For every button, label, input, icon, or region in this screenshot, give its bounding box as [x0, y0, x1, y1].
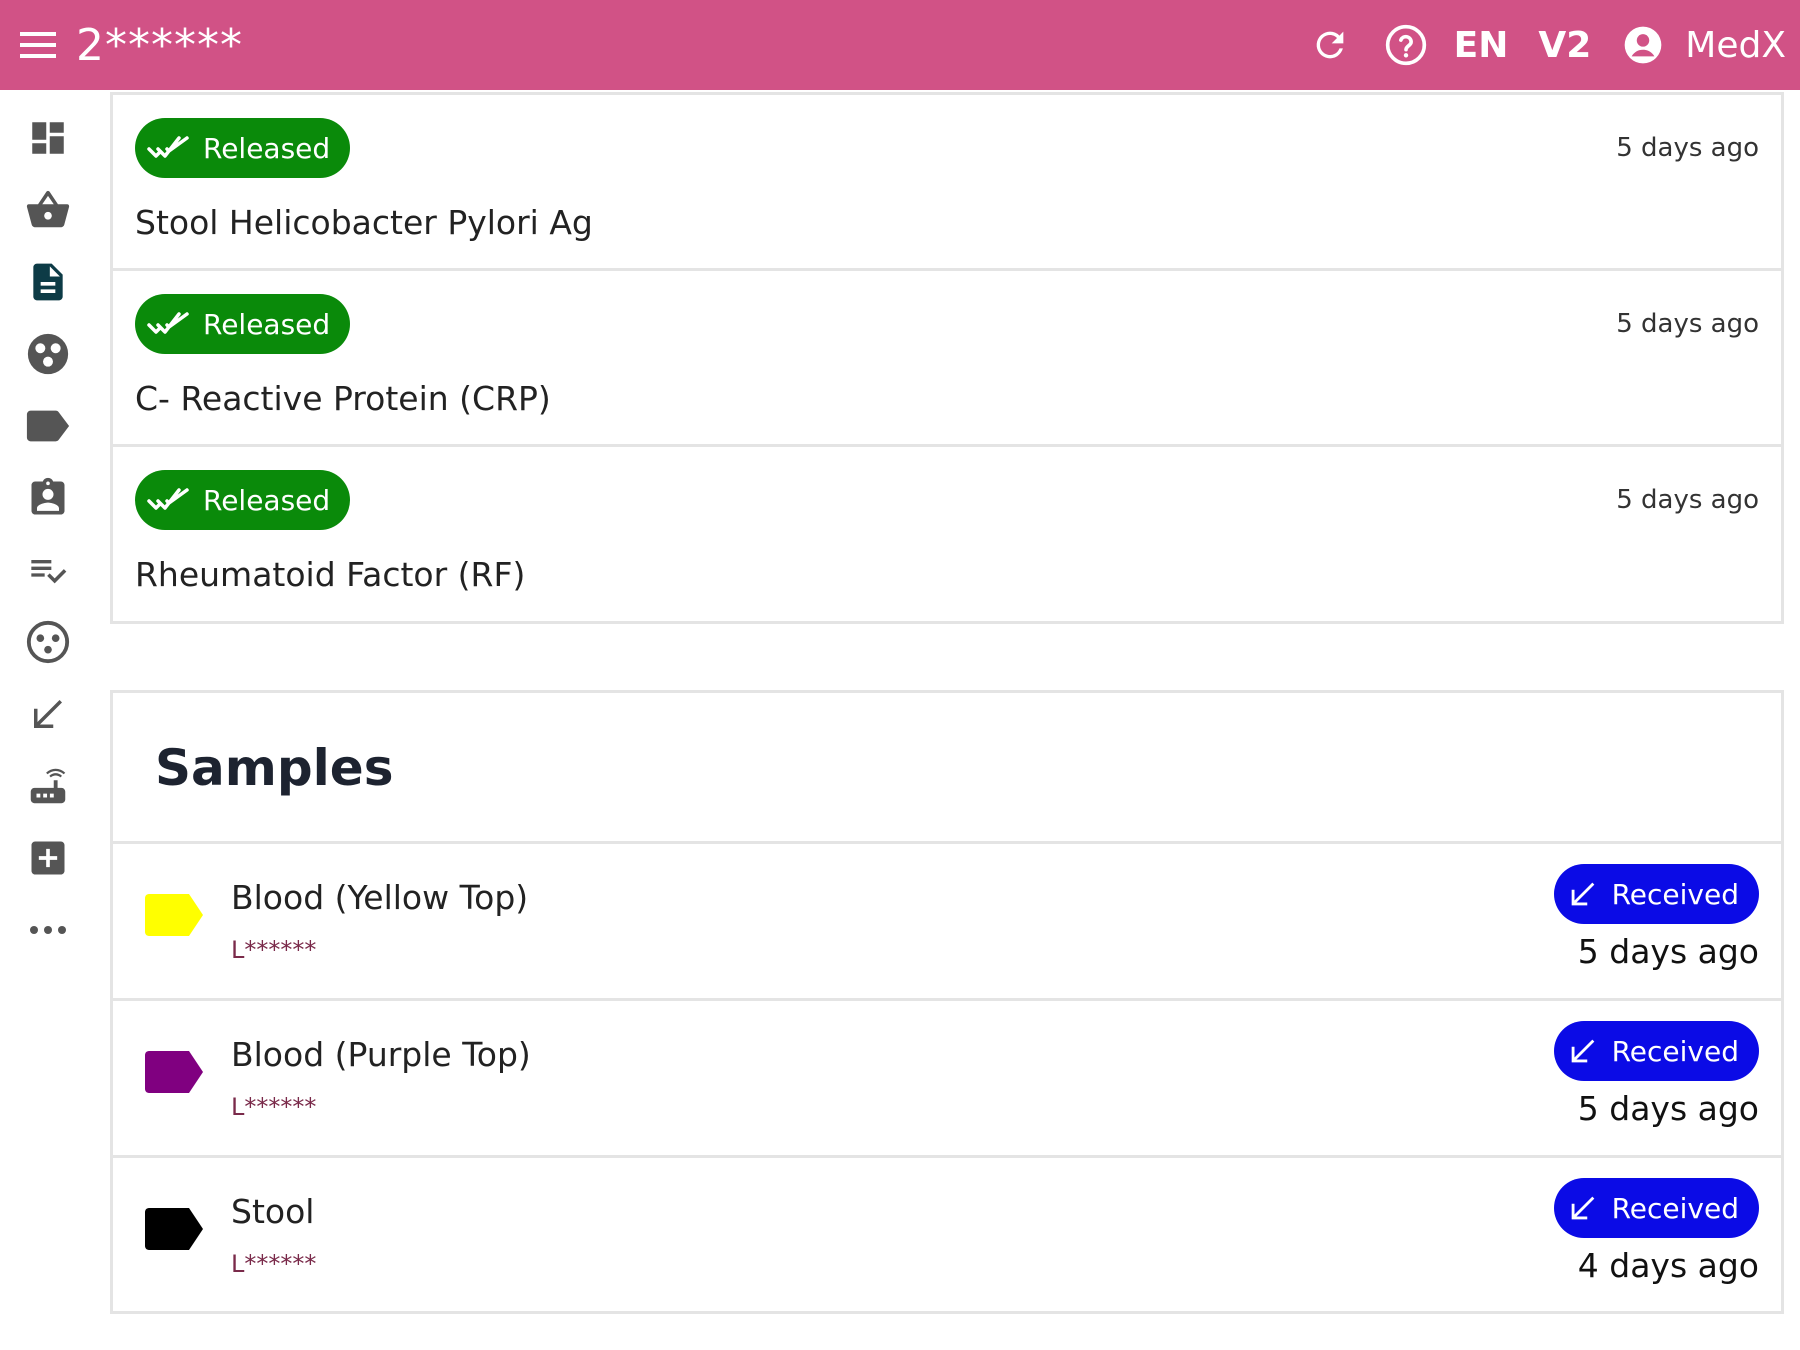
samples-list: Blood (Yellow Top) L****** Received 5 da… [113, 841, 1781, 1315]
add-box-icon [26, 836, 70, 880]
hub-icon [25, 619, 71, 665]
test-name: C- Reactive Protein (CRP) [135, 379, 551, 418]
sidebar-item-dashboard[interactable] [24, 114, 72, 162]
tests-list: Released 5 days ago Stool Helicobacter P… [110, 92, 1784, 624]
sidebar-item-more[interactable] [24, 906, 72, 954]
test-row[interactable]: Released 5 days ago C- Reactive Protein … [113, 271, 1781, 447]
samples-title: Samples [155, 739, 393, 797]
status-badge: Received [1554, 864, 1759, 924]
dashboard-icon [27, 117, 69, 159]
sidebar-item-labels[interactable] [24, 402, 72, 450]
double-check-icon [147, 310, 191, 338]
test-name: Stool Helicobacter Pylori Ag [135, 203, 593, 242]
sample-tube-tag-icon [143, 1206, 205, 1252]
user-name: MedX [1685, 25, 1786, 66]
clipboard-person-icon [26, 474, 70, 522]
test-name: Rheumatoid Factor (RF) [135, 555, 525, 594]
sample-code: L****** [231, 936, 316, 964]
sample-row[interactable]: Stool L****** Received 4 days ago [113, 1158, 1781, 1315]
tube-color-shape [145, 1051, 203, 1093]
status-badge: Released [135, 470, 350, 530]
sidebar-item-patients[interactable] [24, 474, 72, 522]
timestamp: 5 days ago [1578, 932, 1759, 971]
sidebar-item-add[interactable] [24, 834, 72, 882]
sidebar-item-orders[interactable] [24, 186, 72, 234]
arrow-down-left-icon [1566, 877, 1600, 911]
sidebar-item-hub[interactable] [24, 618, 72, 666]
checklist-icon [25, 550, 71, 590]
sidebar-item-worklist[interactable] [24, 546, 72, 594]
status-label: Received [1612, 878, 1739, 911]
status-label: Released [203, 132, 330, 165]
status-badge: Received [1554, 1021, 1759, 1081]
app-title: 2****** [76, 20, 243, 71]
status-label: Released [203, 308, 330, 341]
document-icon [26, 258, 70, 306]
refresh-icon [1310, 25, 1350, 65]
tube-color-shape [145, 894, 203, 936]
arrow-down-left-icon [1566, 1191, 1600, 1225]
more-horizontal-icon [27, 923, 69, 937]
version-toggle[interactable]: V2 [1538, 25, 1591, 66]
molecule-icon [25, 331, 71, 377]
help-button[interactable] [1378, 17, 1434, 73]
sidebar-item-receive[interactable] [24, 690, 72, 738]
sample-name: Stool [231, 1192, 314, 1231]
menu-button[interactable] [0, 0, 76, 90]
language-selector[interactable]: EN [1454, 25, 1509, 66]
basket-icon [25, 187, 71, 233]
sample-name: Blood (Yellow Top) [231, 878, 528, 917]
sample-row[interactable]: Blood (Purple Top) L****** Received 5 da… [113, 1001, 1781, 1158]
sample-row[interactable]: Blood (Yellow Top) L****** Received 5 da… [113, 844, 1781, 1001]
timestamp: 5 days ago [1616, 485, 1759, 515]
sample-name: Blood (Purple Top) [231, 1035, 531, 1074]
status-badge: Received [1554, 1178, 1759, 1238]
timestamp: 5 days ago [1578, 1089, 1759, 1128]
status-label: Received [1612, 1192, 1739, 1225]
timestamp: 5 days ago [1616, 133, 1759, 163]
sidebar-nav [0, 90, 96, 1350]
sidebar-item-devices[interactable] [24, 762, 72, 810]
status-label: Released [203, 484, 330, 517]
label-tag-icon [25, 408, 71, 444]
refresh-button[interactable] [1302, 17, 1358, 73]
tube-color-shape [145, 1208, 203, 1250]
top-actions: EN V2 MedX [1302, 0, 1800, 90]
router-icon [25, 763, 71, 809]
double-check-icon [147, 486, 191, 514]
timestamp: 5 days ago [1616, 309, 1759, 339]
test-row[interactable]: Released 5 days ago Stool Helicobacter P… [113, 95, 1781, 271]
sample-code: L****** [231, 1093, 316, 1121]
hamburger-menu-icon [18, 30, 58, 60]
sidebar-item-reports[interactable] [24, 258, 72, 306]
double-check-icon [147, 134, 191, 162]
help-circle-icon [1384, 23, 1428, 67]
top-app-bar: 2****** EN V2 MedX [0, 0, 1800, 90]
status-badge: Released [135, 294, 350, 354]
test-row[interactable]: Released 5 days ago Rheumatoid Factor (R… [113, 447, 1781, 621]
sample-code: L****** [231, 1250, 316, 1278]
account-circle-icon [1621, 23, 1665, 67]
status-label: Received [1612, 1035, 1739, 1068]
user-menu[interactable]: MedX [1621, 23, 1800, 67]
arrow-down-left-icon [1566, 1034, 1600, 1068]
sample-tube-tag-icon [143, 892, 205, 938]
samples-card: Samples Blood (Yellow Top) L****** Recei… [110, 690, 1784, 1314]
arrow-down-left-icon [27, 693, 69, 735]
sidebar-item-analytes[interactable] [24, 330, 72, 378]
timestamp: 4 days ago [1578, 1246, 1759, 1285]
sample-tube-tag-icon [143, 1049, 205, 1095]
status-badge: Released [135, 118, 350, 178]
